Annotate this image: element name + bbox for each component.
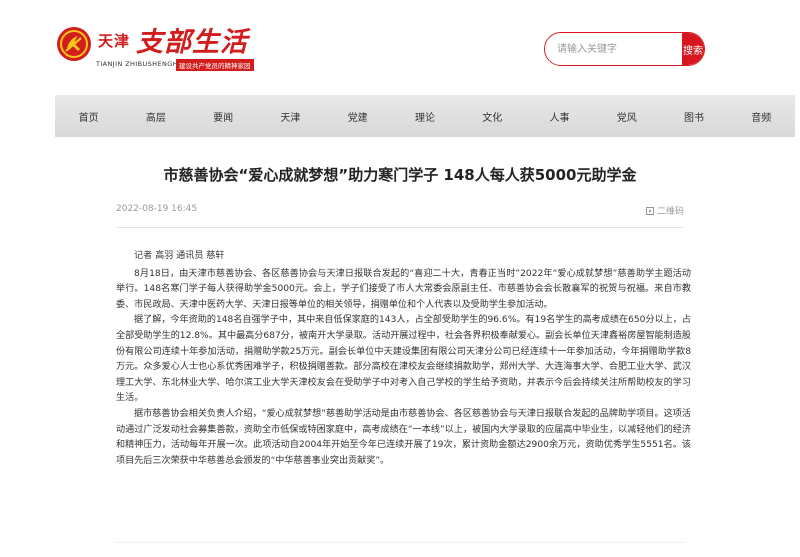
- nav-item-personnel[interactable]: 人事: [526, 109, 593, 124]
- search-button[interactable]: 搜索: [682, 33, 704, 65]
- nav-item-theory[interactable]: 理论: [391, 109, 458, 124]
- divider: [116, 542, 684, 543]
- article-paragraph: 据了解，今年资助的148名自强学子中，其中来自低保家庭的143人，占全部受助学生…: [116, 315, 691, 404]
- nav-item-books[interactable]: 图书: [660, 109, 727, 124]
- logo-slogan: 建设共产党员的精神家园: [176, 59, 254, 71]
- search-box: 搜索: [544, 32, 705, 66]
- nav-item-culture[interactable]: 文化: [459, 109, 526, 124]
- logo-english-text: TIANJIN ZHIBUSHENGHUO: [96, 60, 189, 68]
- article-title: 市慈善协会“爱心成就梦想”助力寒门学子 148人每人获5000元助学金: [163, 166, 637, 184]
- article-byline: 记者 高羽 通讯员 慈轩: [134, 251, 225, 261]
- nav-item-news[interactable]: 要闻: [190, 109, 257, 124]
- site-header: 天津 支部生活 TIANJIN ZHIBUSHENGHUO 建设共产党员的精神家…: [0, 0, 800, 95]
- article-body: 记者 高羽 通讯员 慈轩 8月18日，由天津市慈善协会、各区慈善协会与天津日报联…: [116, 249, 691, 469]
- article-paragraph: 8月18日，由天津市慈善协会、各区慈善协会与天津日报联合发起的“喜迎二十大，青春…: [116, 268, 691, 310]
- qr-code-link[interactable]: 二维码: [645, 204, 684, 217]
- party-emblem-icon: [57, 27, 91, 61]
- article-date: 2022-08-19 16:45: [116, 204, 198, 214]
- search-input[interactable]: [545, 33, 682, 65]
- nav-item-home[interactable]: 首页: [55, 109, 122, 124]
- main-nav: 首页 高层 要闻 天津 党建 理论 文化 人事 党风 图书 音频: [55, 95, 795, 137]
- site-logo[interactable]: 天津 支部生活 TIANJIN ZHIBUSHENGHUO 建设共产党员的精神家…: [56, 22, 271, 72]
- qr-code-icon: [645, 207, 654, 215]
- nav-item-leadership[interactable]: 高层: [122, 109, 189, 124]
- logo-brand-text: 支部生活: [136, 27, 248, 58]
- logo-city-text: 天津: [98, 32, 131, 50]
- nav-item-audio[interactable]: 音频: [728, 109, 795, 124]
- qr-code-label: 二维码: [656, 207, 684, 217]
- nav-item-tianjin[interactable]: 天津: [257, 109, 324, 124]
- nav-item-party-building[interactable]: 党建: [324, 109, 391, 124]
- article-paragraph: 据市慈善协会相关负责人介绍，“爱心成就梦想”慈善助学活动是由市慈善协会、各区慈善…: [116, 408, 691, 466]
- article-meta: 2022-08-19 16:45 二维码: [116, 198, 684, 228]
- nav-item-party-style[interactable]: 党风: [593, 109, 660, 124]
